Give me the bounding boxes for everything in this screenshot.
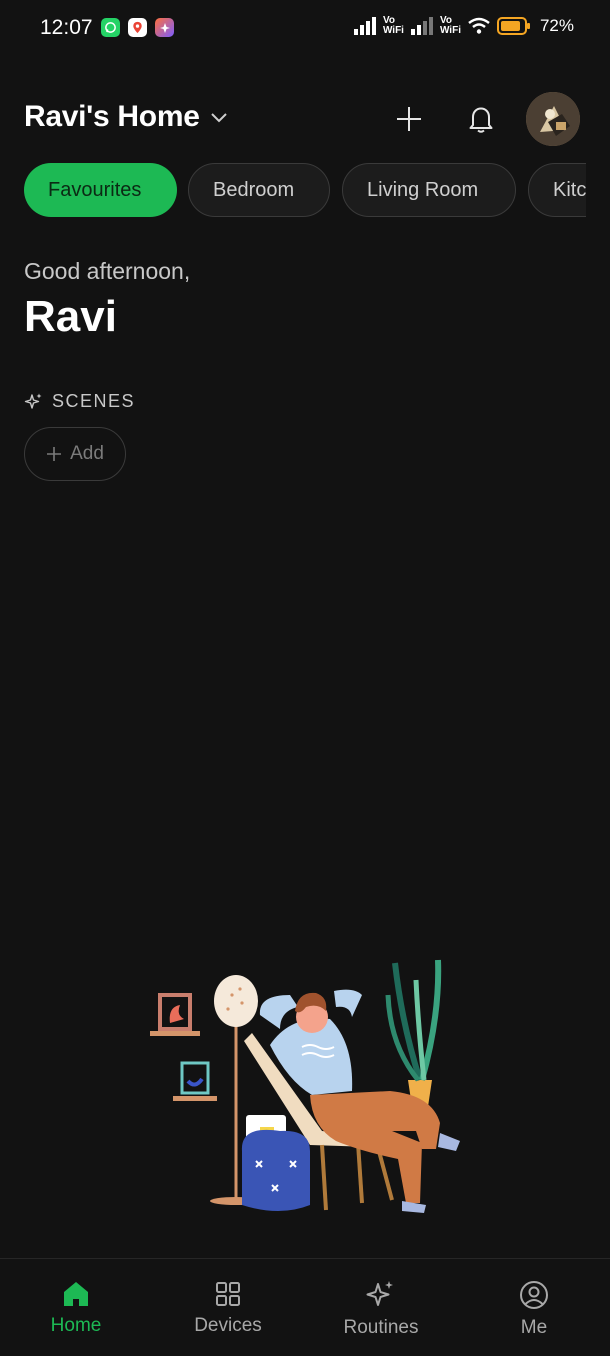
- person-icon: [520, 1281, 548, 1309]
- plus-icon: [47, 447, 62, 461]
- nav-label: Home: [50, 1315, 102, 1336]
- status-time: 12:07: [40, 16, 93, 39]
- tab-favourites[interactable]: Favourites: [24, 163, 177, 217]
- scenes-header: SCENES: [24, 391, 135, 412]
- grid-icon: [216, 1282, 240, 1306]
- notifications-button[interactable]: [461, 99, 501, 139]
- room-tabs: Favourites Bedroom Living Room Kitc: [24, 163, 586, 217]
- home-name: Ravi's Home: [24, 100, 200, 133]
- plus-icon: [397, 107, 421, 131]
- tab-label: Favourites: [48, 178, 142, 201]
- user-name: Ravi: [24, 292, 117, 341]
- add-scene-button[interactable]: Add: [24, 427, 126, 481]
- nav-label: Devices: [194, 1315, 262, 1336]
- add-scene-label: Add: [70, 443, 104, 464]
- add-button[interactable]: [389, 99, 429, 139]
- scenes-title: SCENES: [52, 391, 136, 411]
- bell-icon: [469, 107, 493, 133]
- whatsapp-icon: [101, 18, 120, 37]
- nav-devices[interactable]: Devices: [168, 1279, 288, 1337]
- tab-label: Living Room: [367, 178, 479, 201]
- signal-icon: [353, 17, 376, 35]
- signal-icon-2: [410, 17, 433, 35]
- status-indicators: Vo WiFi Vo WiFi 72%: [353, 16, 574, 36]
- vowifi-label: Vo WiFi: [382, 15, 404, 36]
- nav-me[interactable]: Me: [474, 1279, 594, 1339]
- wifi-icon: [468, 17, 490, 34]
- nav-label: Me: [520, 1317, 548, 1338]
- tab-living-room[interactable]: Living Room: [342, 163, 516, 217]
- greeting-text: Good afternoon,: [24, 258, 191, 284]
- nav-home[interactable]: Home: [16, 1279, 136, 1337]
- tab-kitchen[interactable]: Kitc: [528, 163, 586, 217]
- avatar[interactable]: [526, 92, 580, 146]
- vowifi-label-2: Vo WiFi: [439, 15, 461, 36]
- tab-label: Bedroom: [213, 178, 295, 201]
- sparkle-icon: [24, 393, 42, 409]
- status-bar: 12:07 Vo WiFi Vo WiFi 72%: [0, 0, 610, 58]
- home-selector[interactable]: Ravi's Home: [24, 100, 228, 134]
- battery-icon: [496, 17, 530, 35]
- battery-percent: 72%: [539, 16, 574, 35]
- app-icon: [155, 18, 174, 37]
- status-app-icons: [101, 18, 174, 37]
- nav-routines[interactable]: Routines: [321, 1279, 441, 1339]
- bottom-navigation: Home Devices Routines Me: [0, 1258, 610, 1356]
- tab-label: Kitc: [553, 178, 586, 201]
- tab-bedroom[interactable]: Bedroom: [188, 163, 330, 217]
- home-icon: [64, 1282, 88, 1306]
- nav-label: Routines: [343, 1317, 419, 1338]
- sparkle-icon: [366, 1281, 393, 1306]
- relaxing-person-illustration: [140, 955, 480, 1225]
- maps-icon: [128, 18, 147, 37]
- chevron-down-icon: [210, 113, 227, 123]
